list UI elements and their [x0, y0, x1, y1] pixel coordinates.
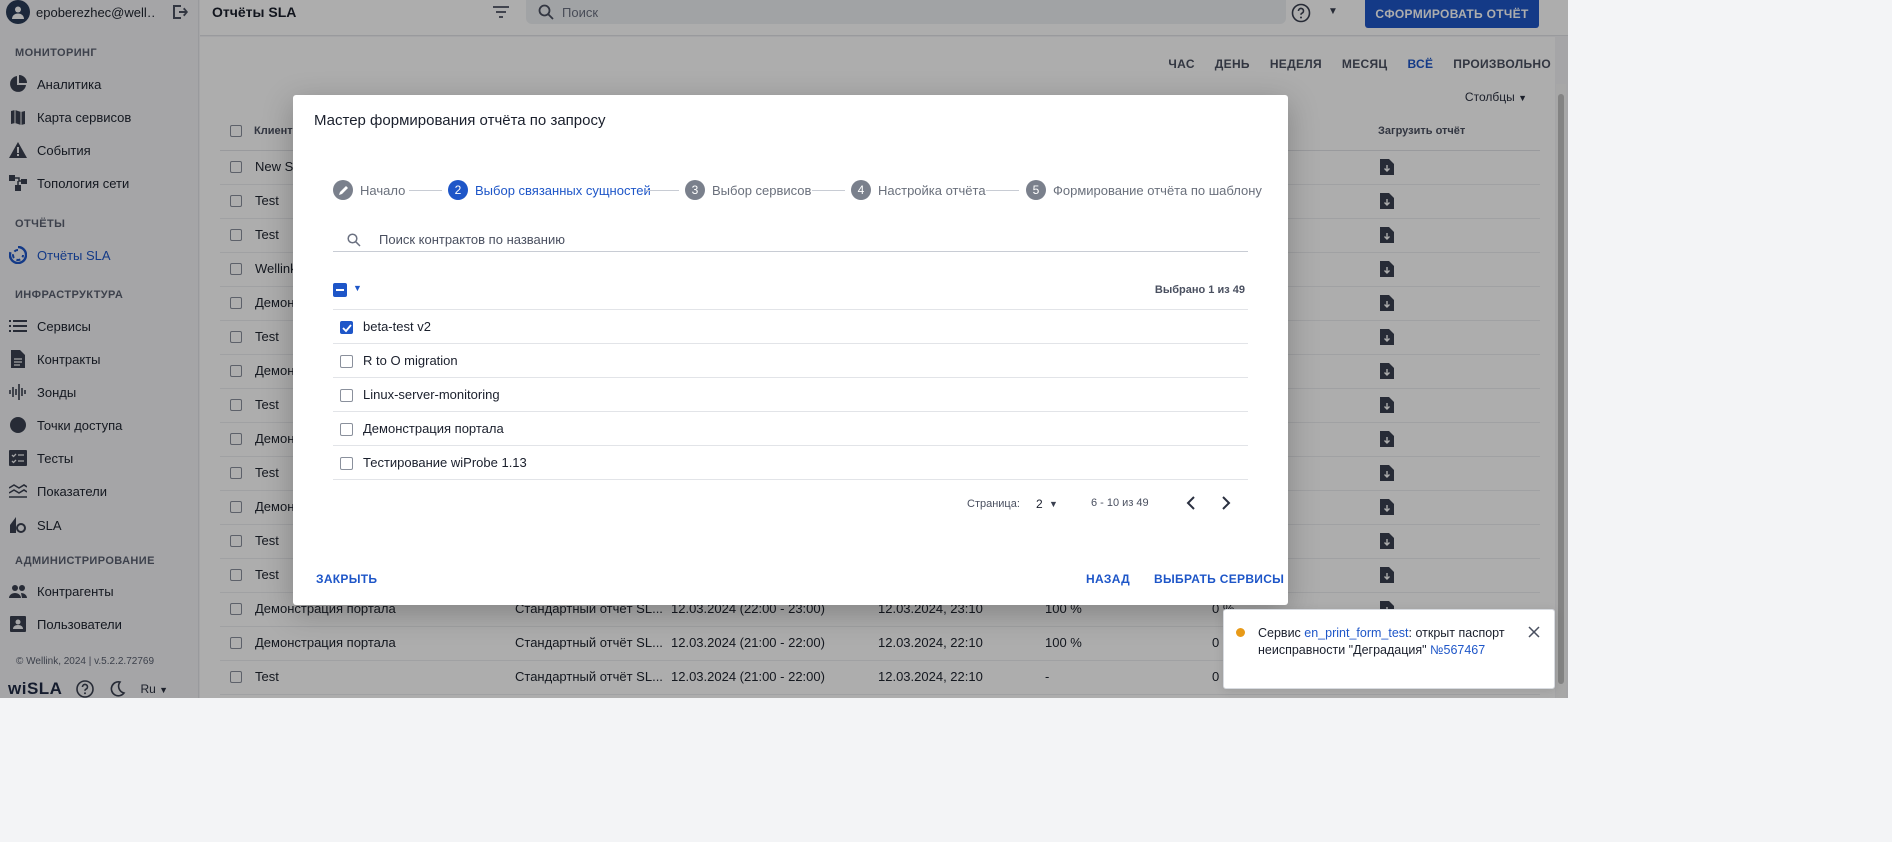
- notification-message: Сервис en_print_form_test: открыт паспор…: [1258, 625, 1508, 659]
- list-item[interactable]: R to O migration: [333, 344, 1248, 378]
- item-checkbox[interactable]: [340, 321, 353, 334]
- notification-toast: Сервис en_print_form_test: открыт паспор…: [1223, 609, 1555, 689]
- list-item[interactable]: Тестирование wiProbe 1.13: [333, 446, 1248, 480]
- wizard-stepper: Начало 2 Выбор связанных сущностей 3 Выб…: [333, 180, 1262, 200]
- list-item[interactable]: Демонстрация портала: [333, 412, 1248, 446]
- select-all-checkbox[interactable]: [333, 283, 347, 297]
- close-icon[interactable]: [1528, 626, 1540, 638]
- step-label: Выбор сервисов: [712, 182, 812, 198]
- contract-search-input[interactable]: Поиск контрактов по названию: [333, 228, 1248, 252]
- chevron-down-icon[interactable]: ▼: [353, 283, 362, 293]
- status-dot: [1236, 628, 1245, 637]
- list-item[interactable]: Linux-server-monitoring: [333, 378, 1248, 412]
- dialog-title: Мастер формирования отчёта по запросу: [314, 112, 606, 129]
- back-button[interactable]: НАЗАД: [1086, 572, 1130, 586]
- contract-name: Демонстрация портала: [363, 421, 504, 436]
- chevron-right-icon[interactable]: [1217, 495, 1233, 511]
- contract-name: Linux-server-monitoring: [363, 387, 500, 402]
- step-label: Выбор связанных сущностей: [475, 182, 651, 198]
- step-connector: [646, 190, 679, 191]
- step-label: Настройка отчёта: [878, 182, 986, 198]
- step-related-entities[interactable]: 2 Выбор связанных сущностей: [448, 180, 651, 200]
- step-connector: [986, 190, 1019, 191]
- item-checkbox[interactable]: [340, 457, 353, 470]
- contract-name: beta-test v2: [363, 319, 431, 334]
- list-header: ▼ Выбрано 1 из 49: [333, 278, 1248, 310]
- service-link[interactable]: en_print_form_test: [1304, 626, 1408, 640]
- pencil-icon: [333, 180, 353, 200]
- step-number: 2: [448, 180, 468, 200]
- step-connector: [812, 190, 845, 191]
- list-item[interactable]: beta-test v2: [333, 310, 1248, 344]
- step-template[interactable]: 5 Формирование отчёта по шаблону: [1026, 180, 1262, 200]
- pagination: Страница: 2 ▼ 6 - 10 из 49: [333, 488, 1248, 518]
- search-placeholder: Поиск контрактов по названию: [379, 232, 565, 247]
- step-label: Начало: [360, 182, 406, 198]
- step-connector: [409, 190, 442, 191]
- step-number: 5: [1026, 180, 1046, 200]
- chevron-left-icon[interactable]: [1184, 495, 1200, 511]
- step-start[interactable]: Начало: [333, 180, 405, 200]
- page-label: Страница:: [967, 498, 1020, 510]
- search-icon: [347, 232, 361, 247]
- page-select[interactable]: 2: [1036, 497, 1043, 511]
- step-services[interactable]: 3 Выбор сервисов: [685, 180, 811, 200]
- close-button[interactable]: ЗАКРЫТЬ: [316, 572, 377, 586]
- toast-prefix: Сервис: [1258, 626, 1305, 640]
- choose-services-button[interactable]: ВЫБРАТЬ СЕРВИСЫ: [1154, 572, 1284, 586]
- chevron-down-icon[interactable]: ▼: [1049, 499, 1058, 509]
- item-checkbox[interactable]: [340, 423, 353, 436]
- step-number: 3: [685, 180, 705, 200]
- ticket-link[interactable]: №567467: [1430, 643, 1485, 657]
- step-label: Формирование отчёта по шаблону: [1053, 182, 1262, 198]
- step-report-settings[interactable]: 4 Настройка отчёта: [851, 180, 986, 200]
- step-number: 4: [851, 180, 871, 200]
- selected-count: Выбрано 1 из 49: [1154, 284, 1245, 296]
- item-checkbox[interactable]: [340, 355, 353, 368]
- page-range: 6 - 10 из 49: [1091, 497, 1149, 509]
- report-wizard-dialog: Мастер формирования отчёта по запросу На…: [293, 95, 1288, 605]
- contract-name: R to O migration: [363, 353, 458, 368]
- contract-name: Тестирование wiProbe 1.13: [363, 455, 527, 470]
- item-checkbox[interactable]: [340, 389, 353, 402]
